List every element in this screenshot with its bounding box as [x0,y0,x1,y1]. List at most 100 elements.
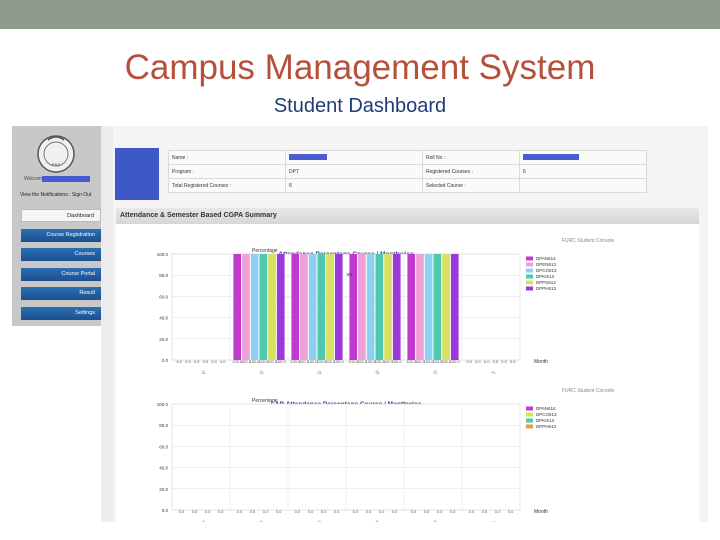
legend-swatch [526,406,533,411]
bar-value-label: 0.0 [493,359,499,364]
x-tick-label: January [490,519,505,522]
legend-label: DPPH613 [536,424,557,429]
bar-value-label: 0.0 [392,509,398,514]
y-tick-label: 40.0 [159,316,168,321]
total-label: Total Registered Courses : [168,178,286,193]
legend-swatch [526,274,533,279]
bar [358,254,366,360]
nav-course-portal[interactable]: Course Portal [21,268,101,281]
sidebar-blank [12,326,101,522]
bar-value-label: 0.0 [211,359,217,364]
bar [334,254,343,360]
bar [250,254,259,360]
bar [291,254,300,360]
bar-value-label: 0.0 [220,359,226,364]
name-label: Name : [168,150,286,165]
nav-dashboard[interactable]: Dashboard [21,209,101,222]
bar-value-label: 0.0 [321,509,327,514]
x-axis-label: Month [534,359,548,365]
bar-value-label: 0.0 [366,509,372,514]
bar [242,254,250,360]
chart-credit: FURC Student Console [562,238,614,244]
nav-result[interactable]: Result [21,287,101,300]
bar-value-label: 0.0 [411,509,417,514]
x-tick-label: Sept [200,519,210,522]
nav-course-registration[interactable]: Course Registration [21,229,101,242]
bar-value-label: 0.0 [194,359,200,364]
registered-value: 6 [519,164,647,179]
legend-label: DPEN613 [536,262,557,267]
bar [424,254,433,360]
bar [259,254,268,360]
bar [375,254,384,360]
nav-settings[interactable]: Settings [21,307,101,320]
bar [392,254,401,360]
bar-value-label: 0.0 [295,509,301,514]
bar-value-label: 100.0 [334,359,345,364]
notifications-link[interactable]: View the Notifications [20,192,68,198]
university-logo: PSS [37,135,75,173]
slide-subtitle: Student Dashboard [273,95,447,117]
bar-value-label: 0.0 [250,509,256,514]
bar-value-label: 0.0 [308,509,314,514]
y-tick-label: 20.0 [159,487,168,492]
x-tick-label: October [258,519,272,522]
legend-label: DPCO613 [536,268,557,273]
bar-value-label: 0.0 [185,359,191,364]
student-info-table: Name : Roll No : Program : DPT Registere… [168,150,647,193]
bar-value-label: 100.0 [276,359,287,364]
bar [384,254,392,360]
bar-value-label: 0.0 [510,359,516,364]
legend-label: DPAN614 [536,406,556,411]
bar-value-label: 0.0 [263,509,269,514]
bar-value-label: 0.0 [334,509,340,514]
bar-value-label: 0.0 [205,509,211,514]
bar-value-label: 0.0 [450,509,456,514]
x-axis-label: Month [534,509,548,515]
bar-value-label: 100.0 [392,359,403,364]
bar-value-label: 0.0 [495,509,501,514]
bar [276,254,285,360]
y-axis-label: Percentage [252,398,278,404]
x-tick-label: November [374,519,391,522]
bar-value-label: 0.0 [237,509,243,514]
legend-label: DPPS612 [536,280,556,285]
y-tick-label: 80.0 [159,423,168,428]
bar-value-label: 0.0 [501,359,507,364]
lab-attendance-chart: FURC Student ConsoleLAB Attendance Perce… [157,388,615,522]
y-tick-label: 100.0 [157,252,169,257]
bar-value-label: 100.0 [450,359,461,364]
sign-out-link[interactable]: Sign Out [72,192,91,198]
y-axis-label: Percentage [252,248,278,254]
legend-swatch [526,424,533,429]
username-redacted [42,176,90,182]
y-tick-label: 0.0 [162,358,169,363]
bar [233,254,242,360]
data-annotation: 86 [347,272,353,277]
selected-label: Selected Course : [422,178,520,193]
registered-label: Registered Courses : [422,164,520,179]
nav-courses[interactable]: Courses [21,248,101,261]
bar-value-label: 0.0 [466,359,472,364]
bar [450,254,459,360]
name-value [285,150,423,165]
bar-value-label: 0.0 [203,359,209,364]
bar-value-label: 0.0 [176,359,182,364]
legend-label: DPKI613 [536,274,555,279]
total-value: 6 [285,178,423,193]
y-tick-label: 100.0 [157,402,169,407]
bar [433,254,442,360]
legend-swatch [526,280,533,285]
legend-swatch [526,418,533,423]
legend-swatch [526,412,533,417]
logo-text: PSS [52,162,60,167]
y-tick-label: 20.0 [159,337,168,342]
selected-value [519,178,647,193]
bar-value-label: 0.0 [482,509,488,514]
x-tick-label: December [432,519,449,522]
legend-swatch [526,268,533,273]
legend-label: DPAN614 [536,256,556,261]
legend-label: DPPH613 [536,286,557,291]
y-tick-label: 40.0 [159,466,168,471]
bar [300,254,308,360]
